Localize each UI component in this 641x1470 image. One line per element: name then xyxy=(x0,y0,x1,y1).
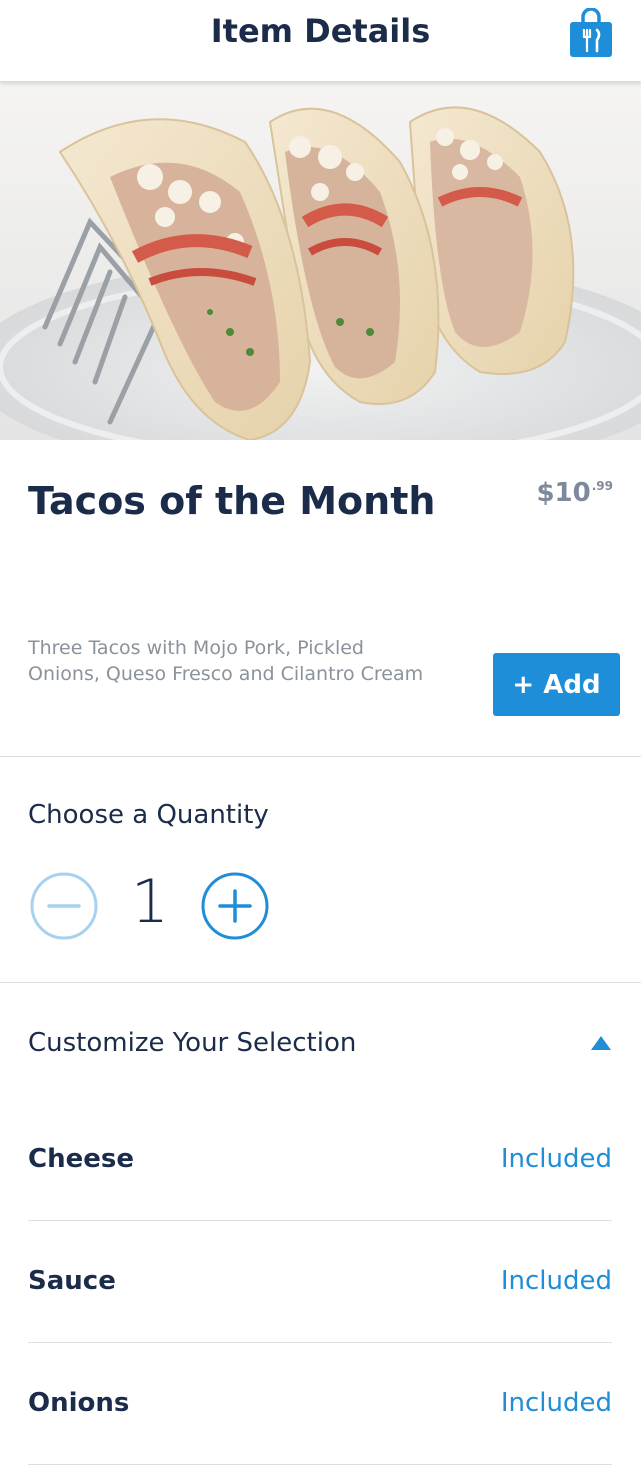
item-name: Tacos of the Month xyxy=(28,479,436,523)
divider xyxy=(0,756,641,757)
option-name-onions: Onions xyxy=(28,1388,130,1418)
row-divider xyxy=(28,1220,612,1221)
quantity-label: Choose a Quantity xyxy=(28,800,269,830)
option-value-cheese[interactable]: Included xyxy=(501,1144,612,1174)
plus-circle-icon[interactable] xyxy=(200,871,270,941)
price-dollars: $10 xyxy=(536,478,591,508)
option-name-cheese: Cheese xyxy=(28,1144,134,1174)
option-value-onions[interactable]: Included xyxy=(501,1388,612,1418)
row-divider xyxy=(28,1464,612,1465)
item-description: Three Tacos with Mojo Pork, Pickled Onio… xyxy=(28,637,424,685)
option-value-sauce[interactable]: Included xyxy=(501,1266,612,1296)
divider xyxy=(0,982,641,983)
option-name-sauce: Sauce xyxy=(28,1266,116,1296)
quantity-value: 1 xyxy=(130,867,170,937)
minus-circle-icon[interactable] xyxy=(29,871,99,941)
item-price: $10.99 xyxy=(536,478,613,508)
price-cents: .99 xyxy=(591,479,613,493)
app-header: Item Details xyxy=(0,0,641,82)
shopping-bag-icon[interactable] xyxy=(568,8,614,58)
add-button[interactable]: + Add xyxy=(493,653,620,716)
item-photo xyxy=(0,82,641,440)
row-divider xyxy=(28,1342,612,1343)
customize-label: Customize Your Selection xyxy=(28,1028,357,1058)
page-title: Item Details xyxy=(210,12,431,50)
caret-up-icon[interactable] xyxy=(590,1035,612,1051)
item-title-block: Tacos of the Month xyxy=(28,481,448,522)
